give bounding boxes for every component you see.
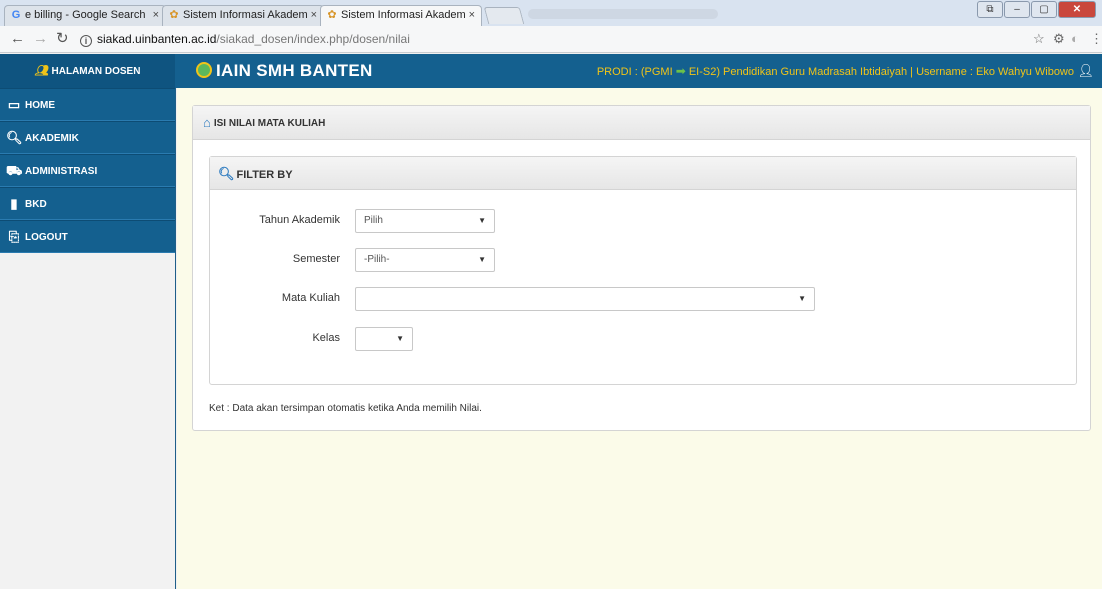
tahun-akademik-select[interactable]: Pilih ▼ (355, 209, 495, 233)
semester-select[interactable]: -Pilih- ▼ (355, 248, 495, 272)
browser-tabstrip: G e billing - Google Search × ✿ Sistem I… (0, 0, 1102, 26)
kelas-select[interactable]: ▼ (355, 327, 413, 351)
logo[interactable]: IAIN SMH BANTEN (196, 60, 373, 82)
panel-header: ⌂ ISI NILAI MATA KULIAH (193, 106, 1090, 140)
forward-arrow-icon[interactable]: → (33, 30, 48, 48)
google-g-icon: G (11, 9, 21, 21)
tab-title: Sistem Informasi Akadem (341, 9, 466, 21)
form-row-tahun: Tahun Akademik Pilih ▼ (210, 209, 1076, 233)
people-icon: ⛟ (6, 163, 23, 178)
users-icon: 👥︎ (34, 65, 49, 77)
sidebar: ▭ HOME 🔍︎ AKADEMIK ⛟ ADMINISTRASI ▮ BKD ⎘ LOG… (0, 88, 176, 589)
logo-text: IAIN SMH BANTEN (216, 61, 373, 80)
reload-icon[interactable]: ↻ (56, 30, 69, 48)
prodi-info: PRODI : (PGMI ➡ EI-S2) Pendidikan Guru M… (597, 54, 1074, 89)
info-note: Ket : Data akan tersimpan otomatis ketik… (209, 403, 482, 414)
kelas-label: Kelas (312, 332, 340, 344)
select-value: -Pilih- (364, 254, 390, 265)
app-favicon-icon: ✿ (169, 9, 179, 21)
address-bar[interactable]: i siakad.uinbanten.ac.id/siakad_dosen/ind… (80, 30, 1068, 49)
window-maximize-icon[interactable]: ▢ (1031, 1, 1057, 18)
home-icon: ⌂ (203, 115, 211, 130)
window-close-icon[interactable]: ✕ (1058, 1, 1096, 18)
new-tab-button[interactable] (483, 7, 525, 24)
tab-close-icon[interactable]: × (153, 6, 159, 25)
caret-down-icon: ▼ (478, 255, 486, 264)
prodi-suffix: EI-S2) Pendidikan Guru Madrasah Ibtidaiy… (688, 66, 1074, 78)
mata-kuliah-select[interactable]: ▼ (355, 287, 815, 311)
bookmark-star-icon[interactable]: ☆ (1033, 31, 1045, 47)
book-icon: ▮ (10, 196, 18, 211)
window-restore-icon[interactable]: ⧉ (977, 1, 1003, 18)
sidebar-item-akademik[interactable]: 🔍︎ AKADEMIK (0, 121, 175, 154)
sidebar-item-label: AKADEMIK (25, 133, 79, 144)
sidebar-item-bkd[interactable]: ▮ BKD (0, 187, 175, 220)
panel-title: ISI NILAI MATA KULIAH (213, 118, 326, 129)
caret-down-icon: ▼ (396, 334, 404, 343)
app-favicon-icon: ✿ (327, 9, 337, 21)
window-minimize-icon[interactable]: – (1004, 1, 1030, 18)
filter-header: 🔍︎ FILTER BY (210, 157, 1076, 190)
info-icon[interactable]: i (80, 35, 92, 47)
monitor-icon: ▭ (7, 97, 21, 112)
extension-icon[interactable]: ⚙ (1053, 31, 1065, 47)
brand-label: HALAMAN DOSEN (51, 66, 141, 77)
tab-close-icon[interactable]: × (311, 6, 317, 25)
filter-title: FILTER BY (236, 169, 293, 181)
browser-tab-google[interactable]: G e billing - Google Search × (4, 5, 166, 26)
user-icon[interactable]: 👤︎ (1077, 63, 1094, 79)
form-row-semester: Semester -Pilih- ▼ (210, 248, 1076, 272)
sidebar-item-home[interactable]: ▭ HOME (0, 88, 175, 121)
tab-close-icon[interactable]: × (469, 6, 475, 25)
caret-down-icon: ▼ (478, 216, 486, 225)
browser-tab-siakad-active[interactable]: ✿ Sistem Informasi Akadem × (320, 5, 482, 26)
prodi-prefix: PRODI : (PGMI (596, 66, 673, 78)
select-value: Pilih (364, 215, 383, 226)
form-row-kelas: Kelas ▼ (210, 327, 1076, 351)
url-path: /siakad_dosen/index.php/dosen/nilai (216, 32, 410, 46)
sidebar-item-label: HOME (25, 100, 55, 111)
tab-title: e billing - Google Search (25, 9, 146, 21)
sidebar-item-logout[interactable]: ⎘ LOGOUT (0, 220, 175, 253)
caret-down-icon: ▼ (798, 294, 806, 303)
search-icon: 🔍︎ (218, 166, 235, 181)
matakuliah-label: Mata Kuliah (281, 292, 340, 304)
logo-emblem-icon (196, 62, 212, 78)
sidebar-item-label: ADMINISTRASI (25, 166, 98, 177)
window-controls: ⧉ – ▢ ✕ (977, 1, 1096, 18)
nilai-panel: ⌂ ISI NILAI MATA KULIAH 🔍︎ FILTER BY Tahun… (192, 105, 1091, 431)
back-arrow-icon[interactable]: ← (10, 30, 25, 48)
arrow-right-icon: ➡ (675, 64, 686, 78)
tab-title: Sistem Informasi Akadem (183, 9, 308, 21)
browser-toolbar: ← → ↻ i siakad.uinbanten.ac.id/siakad_dos… (0, 26, 1102, 53)
tahun-label: Tahun Akademik (259, 214, 340, 226)
main-content: ⌂ ISI NILAI MATA KULIAH 🔍︎ FILTER BY Tahun… (177, 88, 1102, 589)
menu-kebab-icon[interactable]: ⋮ (1090, 31, 1102, 47)
form-row-matakuliah: Mata Kuliah ▼ (210, 287, 1076, 311)
blurred-region (528, 9, 718, 19)
brand-cell[interactable]: 👥︎ HALAMAN DOSEN (0, 54, 175, 88)
sidebar-item-administrasi[interactable]: ⛟ ADMINISTRASI (0, 154, 175, 187)
filter-box: 🔍︎ FILTER BY Tahun Akademik Pilih ▼ Semes… (209, 156, 1077, 385)
logout-icon: ⎘ (8, 229, 20, 244)
sidebar-item-label: BKD (25, 199, 47, 210)
semester-label: Semester (292, 253, 340, 265)
browser-tab-siakad-1[interactable]: ✿ Sistem Informasi Akadem × (162, 5, 324, 26)
url-host: siakad.uinbanten.ac.id (97, 32, 217, 46)
sidebar-item-label: LOGOUT (25, 232, 68, 243)
extension-icon[interactable]: ◐ (1071, 31, 1079, 47)
app-header: 👥︎ HALAMAN DOSEN IAIN SMH BANTEN PRODI : … (0, 54, 1102, 88)
search-icon: 🔍︎ (6, 130, 23, 145)
